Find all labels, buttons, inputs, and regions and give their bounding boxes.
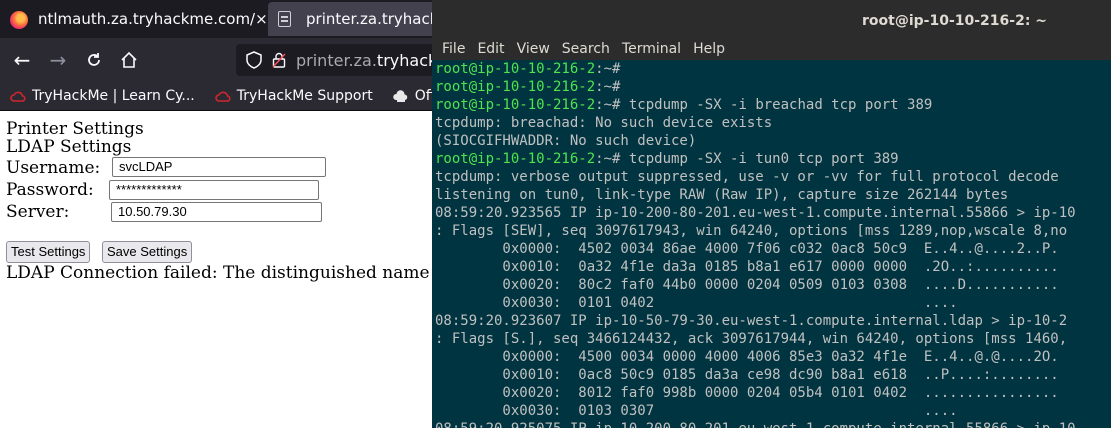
terminal-line: 0x0030: 0103 0307 .... xyxy=(435,403,958,419)
tryhackme-cloud-icon xyxy=(10,91,26,102)
terminal-line: 0x0020: 8012 faf0 998b 0000 0204 05b4 01… xyxy=(435,385,1059,401)
terminal-line: : Flags [SEW], seq 3097617943, win 64240… xyxy=(435,223,1068,239)
tryhackme-cloud-icon xyxy=(215,91,231,102)
back-icon[interactable]: ← xyxy=(10,48,34,72)
terminal-line: root@ip-10-10-216-2:~# xyxy=(435,60,1111,78)
command-text: tcpdump -SX -i breachad tcp port 389 xyxy=(620,97,933,113)
terminal-output[interactable]: root@ip-10-10-216-2:~# root@ip-10-10-216-… xyxy=(432,60,1111,428)
terminal-menubar: File Edit View Search Terminal Help xyxy=(432,38,1111,60)
tab-label: printer.za.tryhackme xyxy=(306,10,448,28)
terminal-line: 08:59:20.923607 IP ip-10-50-79-30.eu-wes… xyxy=(435,313,1068,329)
terminal-title: root@ip-10-10-216-2: ~ xyxy=(862,13,1048,29)
terminal-titlebar[interactable]: root@ip-10-10-216-2: ~ xyxy=(432,0,1111,38)
terminal-line: tcpdump: verbose output suppressed, use … xyxy=(435,169,1059,185)
firefox-icon xyxy=(10,11,28,29)
terminal-line: : Flags [S.], seq 3466124432, ack 309761… xyxy=(435,331,1068,347)
terminal-line: 0x0030: 0101 0402 .... xyxy=(435,295,958,311)
offline-icon xyxy=(392,90,407,102)
url-text: printer.za.tryhackm xyxy=(296,50,453,70)
bookmark-tryhackme[interactable]: TryHackMe | Learn Cy... xyxy=(10,88,195,104)
page-title: Printer Settings xyxy=(6,119,144,139)
terminal-line: listening on tun0, link-type RAW (Raw IP… xyxy=(435,187,1009,203)
terminal-line: 0x0000: 4502 0034 86ae 4000 7f06 c032 0a… xyxy=(435,241,1059,257)
terminal-line: 08:59:20.925075 IP ip-10-200-80-201.eu-w… xyxy=(435,420,1111,428)
tab-printer[interactable]: printer.za.tryhackme xyxy=(268,2,448,36)
tab-ntlmauth[interactable]: ntlmauth.za.tryhackme.com/ × xyxy=(0,0,266,38)
prompt-user: root@ip-10-10-216-2 xyxy=(435,61,596,77)
username-label: Username: xyxy=(6,158,101,178)
password-field[interactable]: ************* xyxy=(109,180,319,200)
bookmark-tryhackme-support[interactable]: TryHackMe Support xyxy=(215,88,373,104)
home-icon[interactable] xyxy=(117,48,141,72)
tab-label: ntlmauth.za.tryhackme.com/ xyxy=(38,10,256,28)
status-message: LDAP Connection failed: The distinguishe… xyxy=(6,263,463,283)
save-settings-button[interactable]: Save Settings xyxy=(102,241,193,263)
terminal-window: root@ip-10-10-216-2: ~ File Edit View Se… xyxy=(432,0,1111,428)
prompt-user: root@ip-10-10-216-2 xyxy=(435,151,596,167)
terminal-line: root@ip-10-10-216-2:~# tcpdump -SX -i tu… xyxy=(435,150,1111,168)
menu-terminal[interactable]: Terminal xyxy=(622,41,681,57)
prompt-user: root@ip-10-10-216-2 xyxy=(435,79,596,95)
server-label: Server: xyxy=(6,202,70,222)
forward-icon[interactable]: → xyxy=(46,48,70,72)
prompt-suffix: :~# xyxy=(595,151,621,167)
terminal-line: root@ip-10-10-216-2:~# tcpdump -SX -i br… xyxy=(435,96,1111,114)
menu-view[interactable]: View xyxy=(517,41,550,57)
prompt-suffix: :~# xyxy=(595,61,621,77)
username-field[interactable]: svcLDAP xyxy=(112,157,326,177)
terminal-line: 0x0020: 80c2 faf0 44b0 0000 0204 0509 01… xyxy=(435,277,1059,293)
lock-icon[interactable] xyxy=(272,52,286,68)
terminal-line: 0x0000: 4500 0034 0000 4000 4006 85e3 0a… xyxy=(435,349,1059,365)
shield-icon[interactable] xyxy=(246,51,262,69)
menu-help[interactable]: Help xyxy=(693,41,725,57)
section-heading: LDAP Settings xyxy=(6,137,132,157)
menu-file[interactable]: File xyxy=(442,41,465,57)
password-label: Password: xyxy=(6,180,94,200)
terminal-line: (SIOCGIFHWADDR: No such device) xyxy=(435,133,697,149)
terminal-line: 0x0010: 0a32 4f1e da3a 0185 b8a1 e617 00… xyxy=(435,259,1059,275)
server-field[interactable]: 10.50.79.30 xyxy=(111,202,322,222)
close-tab-icon[interactable]: × xyxy=(255,10,266,28)
prompt-suffix: :~# xyxy=(595,79,621,95)
reload-icon[interactable] xyxy=(82,48,106,72)
test-settings-button[interactable]: Test Settings xyxy=(6,241,91,263)
terminal-line: 08:59:20.923565 IP ip-10-200-80-201.eu-w… xyxy=(435,205,1076,221)
command-text: tcpdump -SX -i tun0 tcp port 389 xyxy=(620,151,899,167)
page-icon xyxy=(278,11,294,27)
prompt-suffix: :~# xyxy=(595,97,621,113)
terminal-line: tcpdump: breachad: No such device exists xyxy=(435,115,773,131)
terminal-line: root@ip-10-10-216-2:~# xyxy=(435,78,1111,96)
menu-edit[interactable]: Edit xyxy=(477,41,504,57)
prompt-user: root@ip-10-10-216-2 xyxy=(435,97,596,113)
menu-search[interactable]: Search xyxy=(562,41,610,57)
terminal-line: 0x0010: 0ac8 50c9 0185 da3a ce98 dc90 b8… xyxy=(435,367,1059,383)
